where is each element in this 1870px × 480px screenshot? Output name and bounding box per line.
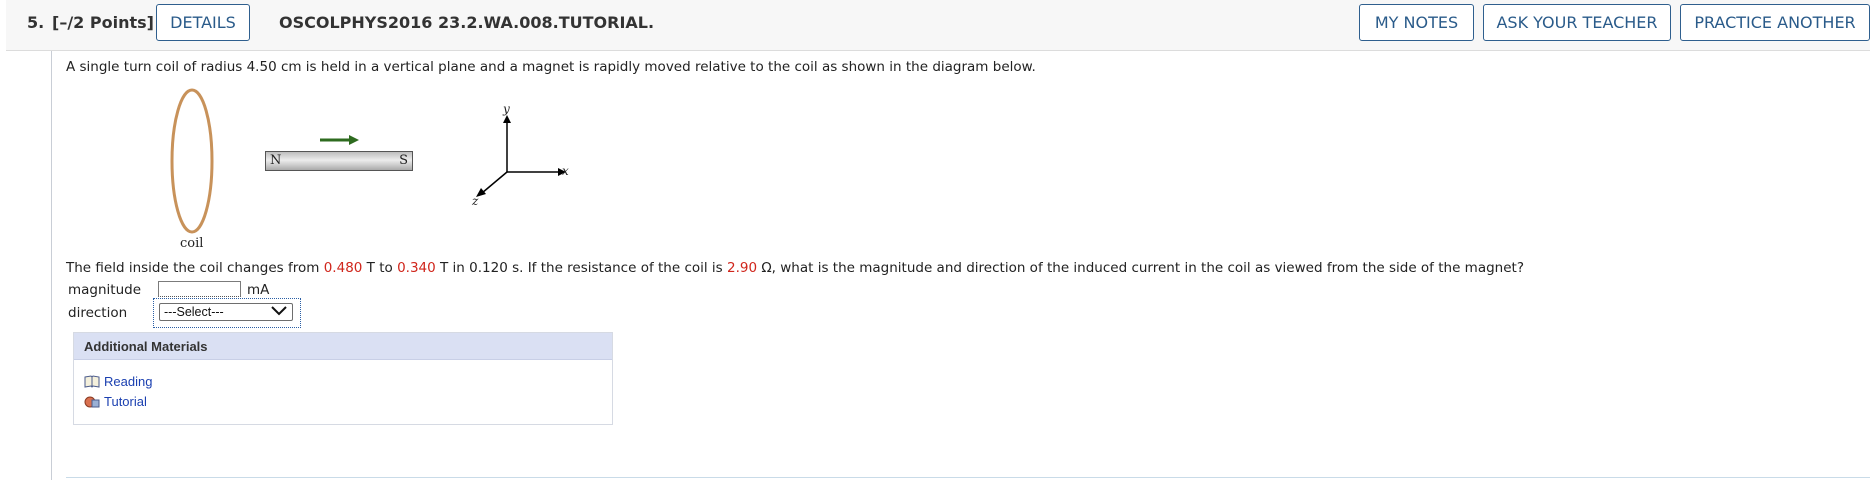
diagram-graphics [170, 88, 566, 234]
chevron-down-icon [271, 306, 287, 316]
magnitude-unit: mA [247, 282, 270, 298]
coil-label: coil [180, 236, 204, 251]
motion-arrow-icon [320, 135, 359, 145]
magnet-north-label: N [270, 153, 282, 168]
my-notes-button[interactable]: MY NOTES [1359, 4, 1474, 41]
tutorial-icon [84, 396, 100, 407]
additional-materials-panel: Additional Materials Reading Tutorial [73, 332, 613, 425]
direction-label: direction [68, 305, 128, 321]
book-icon [84, 374, 100, 388]
direction-select-focus-ring: ---Select--- [153, 298, 301, 328]
ask-your-teacher-button[interactable]: ASK YOUR TEACHER [1483, 4, 1671, 41]
sentence-part-3: T in 0.120 s. If the resistance of the c… [435, 260, 727, 276]
question-prompt: A single turn coil of radius 4.50 cm is … [66, 59, 1036, 75]
coil-magnet-diagram: N S coil y x z [160, 86, 600, 256]
magnitude-label: magnitude [68, 282, 142, 298]
b-initial-value: 0.480 [323, 260, 363, 276]
sentence-part-4: Ω, what is the magnitude and direction o… [757, 260, 1524, 276]
direction-selected-value: ---Select--- [164, 305, 224, 319]
resistance-value: 2.90 [727, 260, 758, 276]
question-number: 5. [27, 13, 45, 32]
question-header: 5. [–/2 Points] DETAILS OSCOLPHYS2016 23… [6, 0, 1870, 51]
coil-ring [170, 88, 214, 234]
tutorial-link-label: Tutorial [104, 394, 147, 409]
question-code: OSCOLPHYS2016 23.2.WA.008.TUTORIAL. [279, 13, 655, 32]
direction-select[interactable]: ---Select--- [159, 303, 293, 321]
sentence-part-2: T to [362, 260, 398, 276]
magnet-south-label: S [399, 153, 408, 168]
question-left-border [51, 51, 52, 480]
reading-link-label: Reading [104, 374, 153, 389]
axis-x-label: x [562, 164, 569, 178]
points-label: [–/2 Points] [52, 13, 154, 32]
additional-materials-title: Additional Materials [74, 333, 612, 360]
magnitude-input[interactable] [158, 281, 241, 297]
practice-another-button[interactable]: PRACTICE ANOTHER [1680, 4, 1870, 41]
details-button[interactable]: DETAILS [156, 4, 250, 41]
question-body: The field inside the coil changes from 0… [66, 260, 1524, 276]
axes-icon [476, 115, 566, 197]
bottom-divider [66, 477, 1870, 478]
axis-z-label: z [472, 194, 479, 208]
reading-link[interactable]: Reading [84, 374, 152, 389]
tutorial-link[interactable]: Tutorial [84, 394, 147, 409]
axis-y-label: y [503, 102, 510, 116]
bar-magnet: N S [265, 151, 413, 171]
b-final-value: 0.340 [397, 260, 436, 276]
sentence-part-1: The field inside the coil changes from [66, 260, 324, 276]
